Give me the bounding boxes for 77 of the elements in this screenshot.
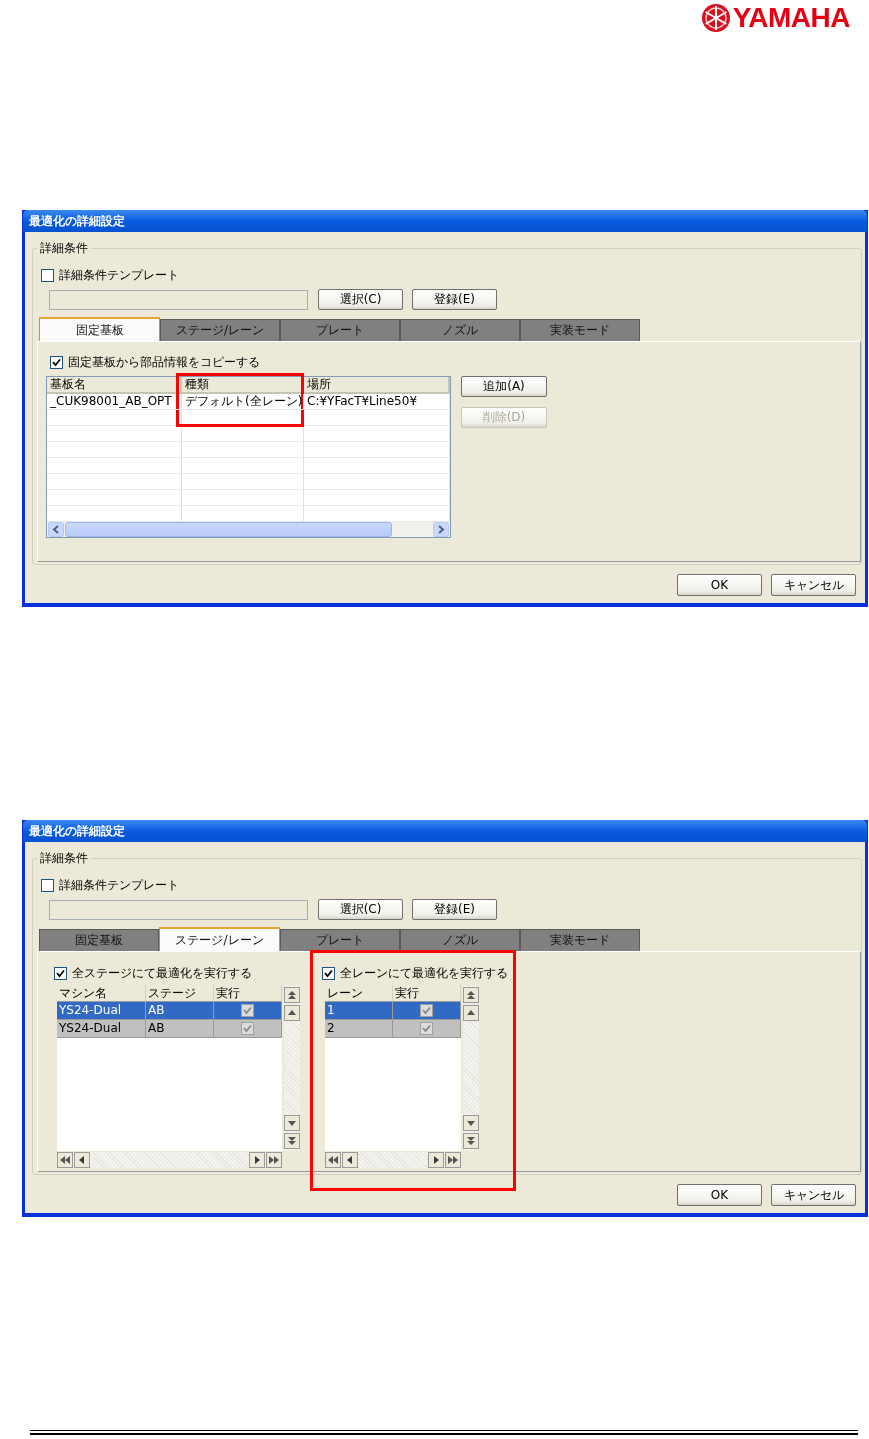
down-icon[interactable] [463,1115,479,1131]
checkbox[interactable] [41,879,54,892]
tab[interactable]: ノズル [400,929,520,951]
grid-row[interactable]: YS24-Dual AB [57,1002,282,1020]
up-icon[interactable] [463,1005,479,1021]
checkbox[interactable] [54,967,67,980]
up-icon[interactable] [284,1005,300,1021]
tab[interactable]: ノズル [400,319,520,341]
tab[interactable]: 実装モード [520,319,640,341]
table-cell: _CUK98001_AB_OPT [50,394,172,408]
table-cell: 1 [327,1003,335,1017]
button[interactable]: 選択(C) [318,899,403,920]
button[interactable]: 登録(E) [412,899,497,920]
group-label: 詳細条件 [37,241,91,255]
checkbox-label: 固定基板から部品情報をコピーする [68,355,260,370]
column-header[interactable]: 場所 [307,377,331,391]
grid-row[interactable]: 1 [325,1002,461,1020]
tab[interactable]: プレート [280,929,400,951]
template-field[interactable] [49,289,308,310]
bottom-icon[interactable] [463,1133,479,1149]
tab[interactable]: プレート [280,319,400,341]
grid-row[interactable]: 2 [325,1020,461,1038]
emblem-icon [700,3,731,33]
top-icon[interactable] [463,987,479,1003]
checkbox[interactable] [41,269,54,282]
button[interactable]: OK [677,1184,762,1206]
group-label: 詳細条件 [37,851,91,865]
logo-text: YAMAHA [732,3,850,33]
tab[interactable]: ステージ/レーン [159,927,280,951]
last-icon[interactable] [445,1152,461,1168]
table-cell: YS24-Dual [59,1003,122,1017]
window-title: 最適化の詳細設定 [23,820,867,842]
first-icon[interactable] [325,1152,341,1168]
table-cell: AB [148,1021,165,1035]
previous-icon[interactable] [342,1152,358,1168]
top-icon[interactable] [284,987,300,1003]
first-icon[interactable] [57,1152,73,1168]
column-header[interactable]: 基板名 [50,377,86,391]
next-icon[interactable] [428,1152,444,1168]
tab[interactable]: 固定基板 [39,317,160,341]
table-cell: デフォルト(全レーン) [185,394,303,408]
side-button[interactable]: 追加(A) [461,376,547,397]
checkbox[interactable] [322,967,335,980]
tab[interactable]: 固定基板 [39,929,159,951]
table-cell: YS24-Dual [59,1021,122,1035]
tab[interactable]: ステージ/レーン [160,319,280,341]
window-title: 最適化の詳細設定 [23,210,867,232]
button[interactable]: 選択(C) [318,289,403,310]
table-cell: 2 [327,1021,335,1035]
button[interactable]: キャンセル [771,1184,856,1206]
horizontal-scrollbar[interactable] [47,522,450,537]
checkbox[interactable] [50,356,63,369]
scroll-left-icon [48,522,64,537]
bottom-icon[interactable] [284,1133,300,1149]
template-field[interactable] [49,899,308,920]
tab[interactable]: 実装モード [520,929,640,951]
previous-icon[interactable] [74,1152,90,1168]
horizontal-scrollbar[interactable] [57,1152,282,1168]
last-icon[interactable] [266,1152,282,1168]
button[interactable]: OK [677,574,762,596]
checkbox-label: 全レーンにて最適化を実行する [340,966,508,981]
down-icon[interactable] [284,1115,300,1131]
table-cell: AB [148,1003,165,1017]
horizontal-scrollbar[interactable] [325,1152,461,1168]
column-header[interactable]: 種類 [185,377,209,391]
checkbox-label: 全ステージにて最適化を実行する [72,966,252,981]
checkbox-label: 詳細条件テンプレート [59,268,179,283]
vertical-scrollbar[interactable] [463,985,479,1151]
grid-row[interactable]: YS24-Dual AB [57,1020,282,1038]
table-cell: C:¥YFacT¥Line50¥ [307,394,417,408]
vertical-scrollbar[interactable] [284,985,300,1151]
button[interactable]: キャンセル [771,574,856,596]
scrollbar-thumb[interactable] [65,522,392,537]
scroll-right-icon [433,522,449,537]
button[interactable]: 登録(E) [412,289,497,310]
next-icon[interactable] [249,1152,265,1168]
checkbox-label: 詳細条件テンプレート [59,878,179,893]
